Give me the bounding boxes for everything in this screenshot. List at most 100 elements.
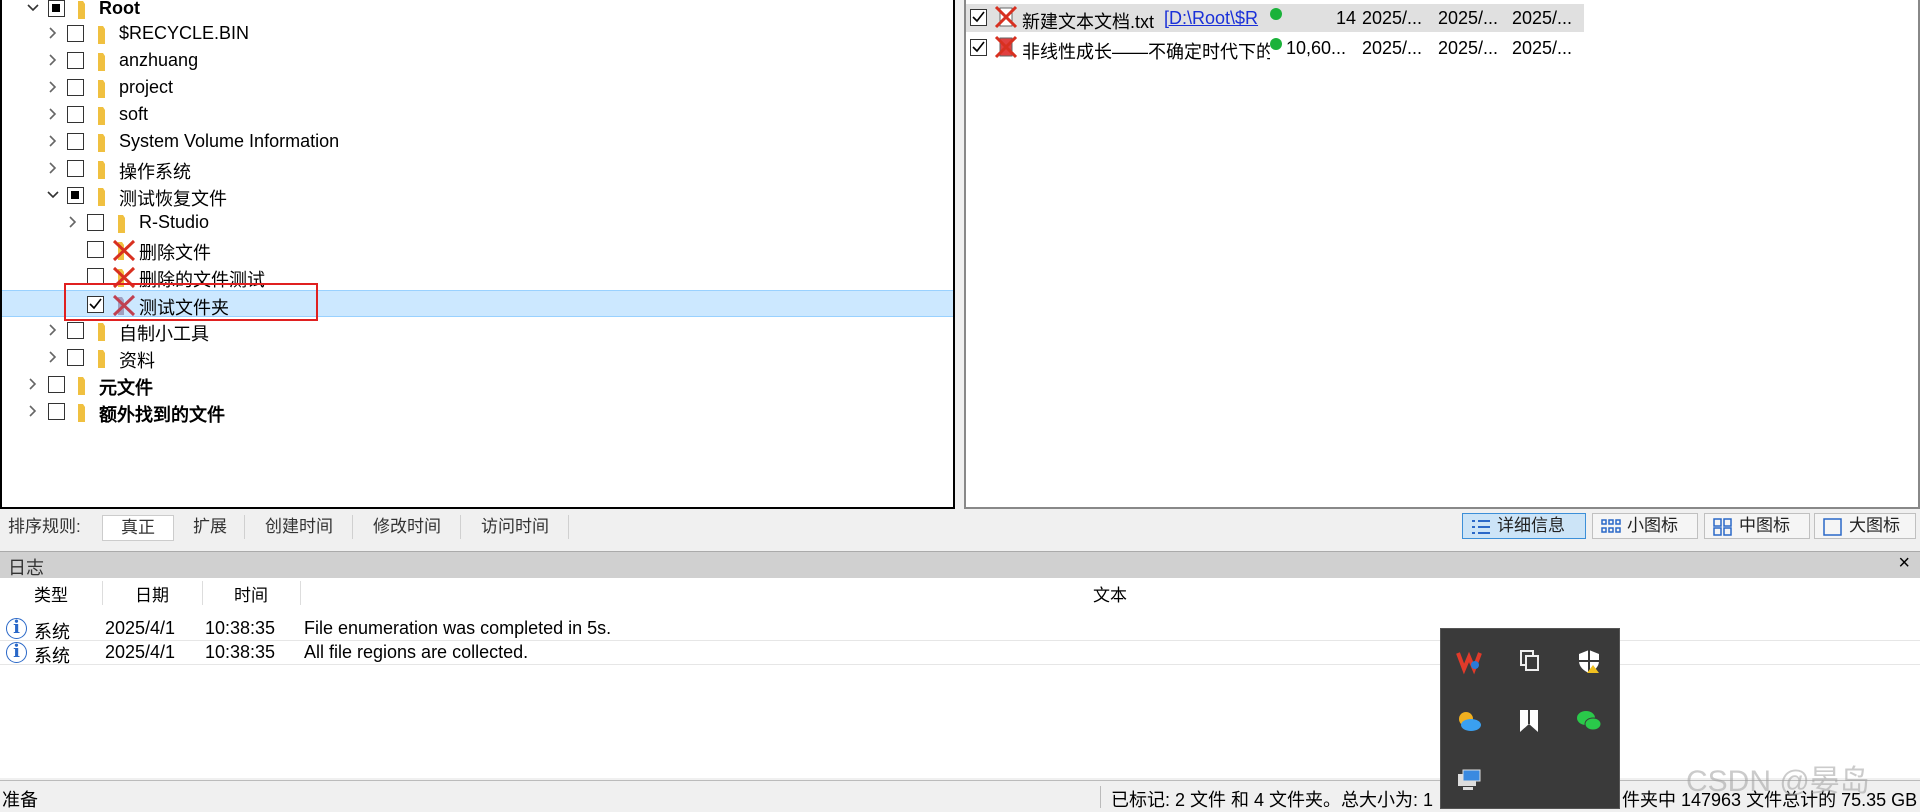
chevron-right-icon[interactable] (46, 79, 60, 95)
tree-item-tools[interactable]: 自制小工具 (2, 317, 953, 344)
view-medium-icons-button[interactable]: 中图标 (1704, 513, 1810, 539)
view-label: 小图标 (1627, 516, 1678, 535)
chevron-right-icon[interactable] (26, 376, 40, 392)
wechat-icon[interactable] (1575, 707, 1603, 735)
chevron-right-icon[interactable] (46, 349, 60, 365)
security-shield-icon[interactable] (1575, 647, 1603, 675)
deleted-folder-icon (112, 238, 136, 262)
tree-item-extra-found[interactable]: 额外找到的文件 (2, 398, 953, 425)
log-column-date[interactable]: 日期 (102, 581, 203, 605)
large-icons-view-icon (1823, 518, 1842, 536)
tree-checkbox[interactable] (67, 133, 84, 150)
tree-item-os[interactable]: 操作系统 (2, 155, 953, 182)
tree-item-test-recovery[interactable]: 测试恢复文件 (2, 182, 953, 209)
file-row[interactable]: 新建文本文档.txt [D:\Root\$R 14 2025/... 2025/… (966, 4, 1584, 32)
tree-checkbox[interactable] (67, 349, 84, 366)
file-checkbox-checked[interactable] (970, 39, 987, 56)
sort-option-extension[interactable]: 扩展 (176, 515, 245, 539)
tree-checkbox[interactable] (87, 268, 104, 285)
tree-item-label: 元文件 (99, 378, 153, 398)
tree-item-system-volume-information[interactable]: System Volume Information (2, 128, 953, 155)
tree-item-deleted-files[interactable]: 删除文件 (2, 236, 953, 263)
sort-option-true[interactable]: 真正 (102, 515, 174, 541)
details-view-icon (1472, 520, 1490, 534)
log-column-time[interactable]: 时间 (202, 581, 301, 605)
folder-tree-panel[interactable]: Root $RECYCLE.BIN anzhuang project soft … (0, 0, 955, 509)
tree-checkbox[interactable] (87, 241, 104, 258)
tree-checkbox[interactable] (87, 214, 104, 231)
chevron-right-icon[interactable] (26, 403, 40, 419)
tree-checkbox-checked[interactable] (87, 296, 104, 313)
folder-icon (94, 346, 118, 370)
folder-icon (74, 0, 98, 21)
tree-checkbox[interactable] (67, 160, 84, 177)
file-modified: 2025/... (1438, 38, 1499, 58)
tree-item-recycle-bin[interactable]: $RECYCLE.BIN (2, 20, 953, 47)
tree-item-deleted-file-test[interactable]: 删除的文件测试 (2, 263, 953, 290)
monitor-icon[interactable] (1455, 767, 1483, 795)
file-row[interactable]: 非线性成长——不确定时代下的 10,60... 2025/... 2025/..… (966, 34, 1584, 62)
chevron-right-icon[interactable] (46, 106, 60, 122)
log-row: i 系统 2025/4/1 10:38:35 All file regions … (0, 640, 1920, 666)
tree-checkbox[interactable] (67, 187, 84, 204)
tree-checkbox[interactable] (48, 403, 65, 420)
log-column-type[interactable]: 类型 (0, 581, 103, 605)
view-large-icons-button[interactable]: 大图标 (1814, 513, 1916, 539)
system-tray-overflow[interactable] (1440, 628, 1620, 809)
folder-icon (94, 49, 118, 73)
file-size: 14 (1335, 8, 1356, 28)
small-icons-view-icon (1601, 519, 1621, 533)
folder-icon (94, 319, 118, 343)
tree-item-label: anzhuang (119, 50, 199, 70)
tree-checkbox[interactable] (67, 52, 84, 69)
log-panel: 类型 日期 时间 文本 i 系统 2025/4/1 10:38:35 File … (0, 578, 1920, 778)
tree-checkbox[interactable] (67, 25, 84, 42)
deleted-folder-icon (112, 265, 136, 289)
chevron-right-icon[interactable] (66, 214, 80, 230)
sort-option-modified[interactable]: 修改时间 (354, 515, 461, 539)
view-small-icons-button[interactable]: 小图标 (1592, 513, 1698, 539)
tree-item-test-folder[interactable]: 测试文件夹 (2, 290, 953, 318)
log-title: 日志 (8, 558, 44, 578)
chevron-right-icon[interactable] (46, 322, 60, 338)
sort-label: 排序规则: (8, 517, 81, 536)
tree-checkbox[interactable] (48, 0, 65, 17)
chevron-down-icon[interactable] (26, 0, 40, 16)
copy-icon[interactable] (1515, 647, 1543, 675)
medium-icons-view-icon (1713, 518, 1732, 536)
status-dot-icon (1270, 8, 1282, 20)
tree-item-anzhuang[interactable]: anzhuang (2, 47, 953, 74)
tree-checkbox[interactable] (67, 106, 84, 123)
log-text: All file regions are collected. (304, 642, 529, 662)
tree-item-label: R-Studio (139, 212, 210, 232)
chevron-down-icon[interactable] (46, 187, 60, 203)
tree-item-materials[interactable]: 资料 (2, 344, 953, 371)
file-list-panel[interactable]: 新建文本文档.txt [D:\Root\$R 14 2025/... 2025/… (964, 0, 1920, 509)
tree-item-r-studio[interactable]: R-Studio (2, 209, 953, 236)
sort-option-accessed[interactable]: 访问时间 (462, 515, 569, 539)
tree-item-project[interactable]: project (2, 74, 953, 101)
folder-icon (94, 184, 118, 208)
close-icon[interactable]: × (1898, 552, 1910, 575)
bookmark-app-icon[interactable] (1515, 707, 1543, 735)
wps-icon[interactable] (1455, 647, 1483, 675)
tree-item-root[interactable]: Root (2, 0, 953, 22)
chevron-right-icon[interactable] (46, 52, 60, 68)
tree-checkbox[interactable] (67, 79, 84, 96)
chevron-right-icon[interactable] (46, 25, 60, 41)
log-column-text[interactable]: 文本 (300, 581, 1920, 605)
chevron-right-icon[interactable] (46, 133, 60, 149)
file-path-link[interactable]: [D:\Root\$R (1164, 8, 1268, 29)
cloud-app-icon[interactable] (1455, 707, 1483, 735)
tree-checkbox[interactable] (67, 322, 84, 339)
tree-item-meta-files[interactable]: 元文件 (2, 371, 953, 398)
tree-item-label: 资料 (119, 351, 155, 371)
tree-item-soft[interactable]: soft (2, 101, 953, 128)
sort-option-created[interactable]: 创建时间 (246, 515, 353, 539)
view-details-button[interactable]: 详细信息 (1462, 513, 1586, 539)
tree-checkbox[interactable] (48, 376, 65, 393)
file-created: 2025/... (1362, 38, 1423, 58)
file-checkbox-checked[interactable] (970, 9, 987, 26)
chevron-right-icon[interactable] (46, 160, 60, 176)
view-label: 中图标 (1739, 516, 1790, 535)
